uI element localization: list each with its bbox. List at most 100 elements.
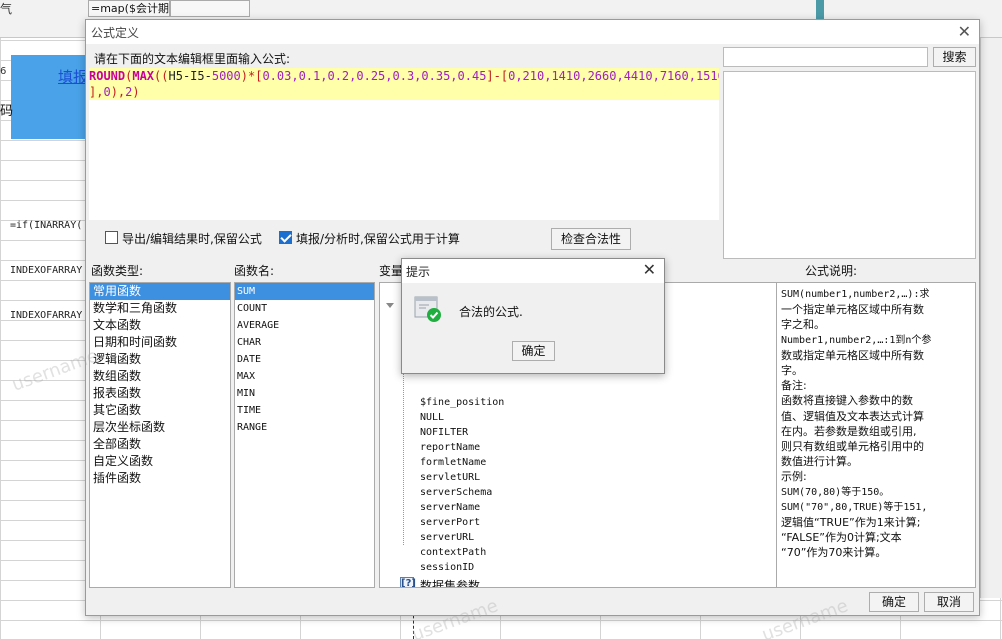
variable-item[interactable]: NOFILTER [420, 427, 468, 438]
function-type-item[interactable]: 数学和三角函数 [90, 300, 230, 317]
description-line: SUM("70",80,TRUE)等于151, [781, 501, 928, 513]
spreadsheet-cell-formula[interactable]: =map($会计期间 [88, 0, 170, 17]
keep-formula-export-checkbox[interactable] [105, 231, 118, 244]
search-results-box [723, 71, 976, 259]
function-type-item[interactable]: 插件函数 [90, 470, 230, 487]
check-validity-button[interactable]: 检查合法性 [551, 228, 631, 250]
variable-item[interactable]: servletURL [420, 472, 480, 483]
function-name-item[interactable]: CHAR [235, 334, 374, 351]
description-label: 公式说明: [805, 264, 858, 278]
description-line: “70”作为70来计算。 [781, 546, 887, 560]
search-button[interactable]: 搜索 [933, 47, 976, 67]
function-type-item[interactable]: 层次坐标函数 [90, 419, 230, 436]
description-line: 字。 [781, 364, 803, 378]
variable-item[interactable]: serverURL [420, 532, 474, 543]
formula-token: ) [132, 85, 140, 99]
function-type-item[interactable]: 其它函数 [90, 402, 230, 419]
keep-formula-fill-checkbox[interactable] [279, 231, 292, 244]
function-type-item[interactable]: 日期和时间函数 [90, 334, 230, 351]
formula-line-2: ],0),2) [89, 84, 719, 100]
function-type-list[interactable]: 常用函数 数学和三角函数 文本函数 日期和时间函数 逻辑函数 数组函数 报表函数 其它函数 层次… [89, 282, 231, 588]
formula-token: )*[ [240, 69, 263, 83]
formula-prompt-label: 请在下面的文本编辑框里面输入公式: [94, 52, 291, 66]
function-name-item[interactable]: SUM [235, 283, 374, 300]
description-line: Number1,number2,…:1到n个参 [781, 334, 932, 346]
description-line: 示例: [781, 470, 807, 484]
variable-item[interactable]: $fine_position [420, 397, 504, 408]
description-line: 则只有数组或单元格引用中的 [781, 440, 924, 454]
description-line: 备注: [781, 379, 807, 393]
popup-titlebar[interactable]: 提示 ✕ [402, 259, 664, 283]
variable-item[interactable]: NULL [420, 412, 444, 423]
function-name-item[interactable]: COUNT [235, 300, 374, 317]
formula-token: 0.03,0.1,0.2,0.25,0.3,0.35,0.45 [262, 69, 487, 83]
formula-token: MAX [132, 69, 155, 83]
variable-item[interactable]: sessionID [420, 562, 474, 573]
variable-item[interactable]: reportName [420, 442, 480, 453]
function-name-label: 函数名: [234, 264, 275, 278]
spreadsheet-left-cut-text: 码 [0, 104, 14, 119]
formula-token: 5000 [211, 69, 241, 83]
function-name-item[interactable]: DATE [235, 351, 374, 368]
variable-item[interactable]: formletName [420, 457, 486, 468]
formula-token: ROUND [89, 69, 126, 83]
function-type-item[interactable]: 全部函数 [90, 436, 230, 453]
dialog-titlebar[interactable]: 公式定义 ✕ [86, 20, 979, 44]
dataset-param-icon: [?] [400, 577, 416, 587]
variable-item[interactable]: serverName [420, 502, 480, 513]
formula-description: SUM(number1,number2,…):求 一个指定单元格区域中所有数 字之和… [776, 282, 976, 588]
keep-formula-export-label: 导出/编辑结果时,保留公式 [122, 232, 262, 246]
spreadsheet-row-number: 6 [0, 66, 7, 77]
function-name-item[interactable]: MAX [235, 368, 374, 385]
dialog-close-icon[interactable]: ✕ [958, 22, 971, 41]
function-type-label: 函数类型: [91, 264, 144, 278]
formula-editor[interactable]: ROUND(MAX((H5-I5-5000)*[0.03,0.1,0.2,0.2… [89, 68, 719, 220]
spreadsheet-formula-line: =if(INARRAY( [10, 220, 83, 231]
success-check-icon [414, 296, 441, 322]
description-line: 一个指定单元格区域中所有数 [781, 303, 924, 317]
description-line: 在内。若参数是数组或引用, [781, 424, 917, 438]
formula-token: ], [89, 85, 104, 99]
popup-message: 合法的公式. [459, 305, 523, 319]
formula-token: ]-[ [486, 69, 509, 83]
tree-expand-icon[interactable] [386, 303, 394, 308]
variable-label: 变量 [379, 264, 404, 278]
spreadsheet-teal-marker [816, 0, 824, 20]
dialog-ok-button[interactable]: 确定 [869, 592, 919, 612]
function-name-item[interactable]: MIN [235, 385, 374, 402]
formula-token: (( [154, 69, 169, 83]
keep-formula-fill-label: 填报/分析时,保留公式用于计算 [296, 232, 460, 246]
function-search-input[interactable] [723, 47, 928, 67]
formula-token: H5-I5- [168, 69, 212, 83]
function-name-item[interactable]: AVERAGE [235, 317, 374, 334]
description-line: 逻辑值“TRUE”作为1来计算; [781, 516, 921, 530]
variable-item[interactable]: serverPort [420, 517, 480, 528]
popup-close-icon[interactable]: ✕ [643, 260, 656, 279]
description-line: SUM(70,80)等于150。 [781, 486, 890, 498]
function-type-item[interactable]: 报表函数 [90, 385, 230, 402]
spreadsheet-formula-line: INDEXOFARRAY [10, 265, 83, 276]
function-name-item[interactable]: RANGE [235, 419, 374, 436]
formula-line-1: ROUND(MAX((H5-I5-5000)*[0.03,0.1,0.2,0.2… [89, 68, 719, 84]
description-line: 数或指定单元格区域中所有数 [781, 348, 924, 362]
function-type-item[interactable]: 自定义函数 [90, 453, 230, 470]
spreadsheet-right-strip [980, 38, 1002, 598]
variable-group[interactable]: 数据集参数 [420, 577, 480, 587]
spreadsheet-formula-cell[interactable]: =if(INARRAY( INDEXOFARRAY INDEXOFARRAY [10, 188, 82, 353]
function-type-item[interactable]: 逻辑函数 [90, 351, 230, 368]
function-type-item[interactable]: 数组函数 [90, 368, 230, 385]
formula-token: ), [110, 85, 126, 99]
spreadsheet-header-text: 填报 [58, 68, 89, 86]
function-name-item[interactable]: TIME [235, 402, 374, 419]
variable-item[interactable]: contextPath [420, 547, 486, 558]
popup-ok-button[interactable]: 确定 [512, 341, 555, 361]
description-line: 函数将直接键入参数中的数 [781, 394, 913, 408]
function-type-item[interactable]: 常用函数 [90, 283, 230, 300]
function-name-list[interactable]: SUM COUNT AVERAGE CHAR DATE MAX MIN TIME RANGE [234, 282, 375, 588]
variable-item[interactable]: serverSchema [420, 487, 492, 498]
dialog-cancel-button[interactable]: 取消 [924, 592, 974, 612]
description-line: 值、逻辑值及文本表达式计算 [781, 409, 924, 423]
function-type-item[interactable]: 文本函数 [90, 317, 230, 334]
validation-popup: 提示 ✕ 合法的公式. 确定 [401, 258, 665, 374]
spreadsheet-cell[interactable] [170, 0, 250, 17]
